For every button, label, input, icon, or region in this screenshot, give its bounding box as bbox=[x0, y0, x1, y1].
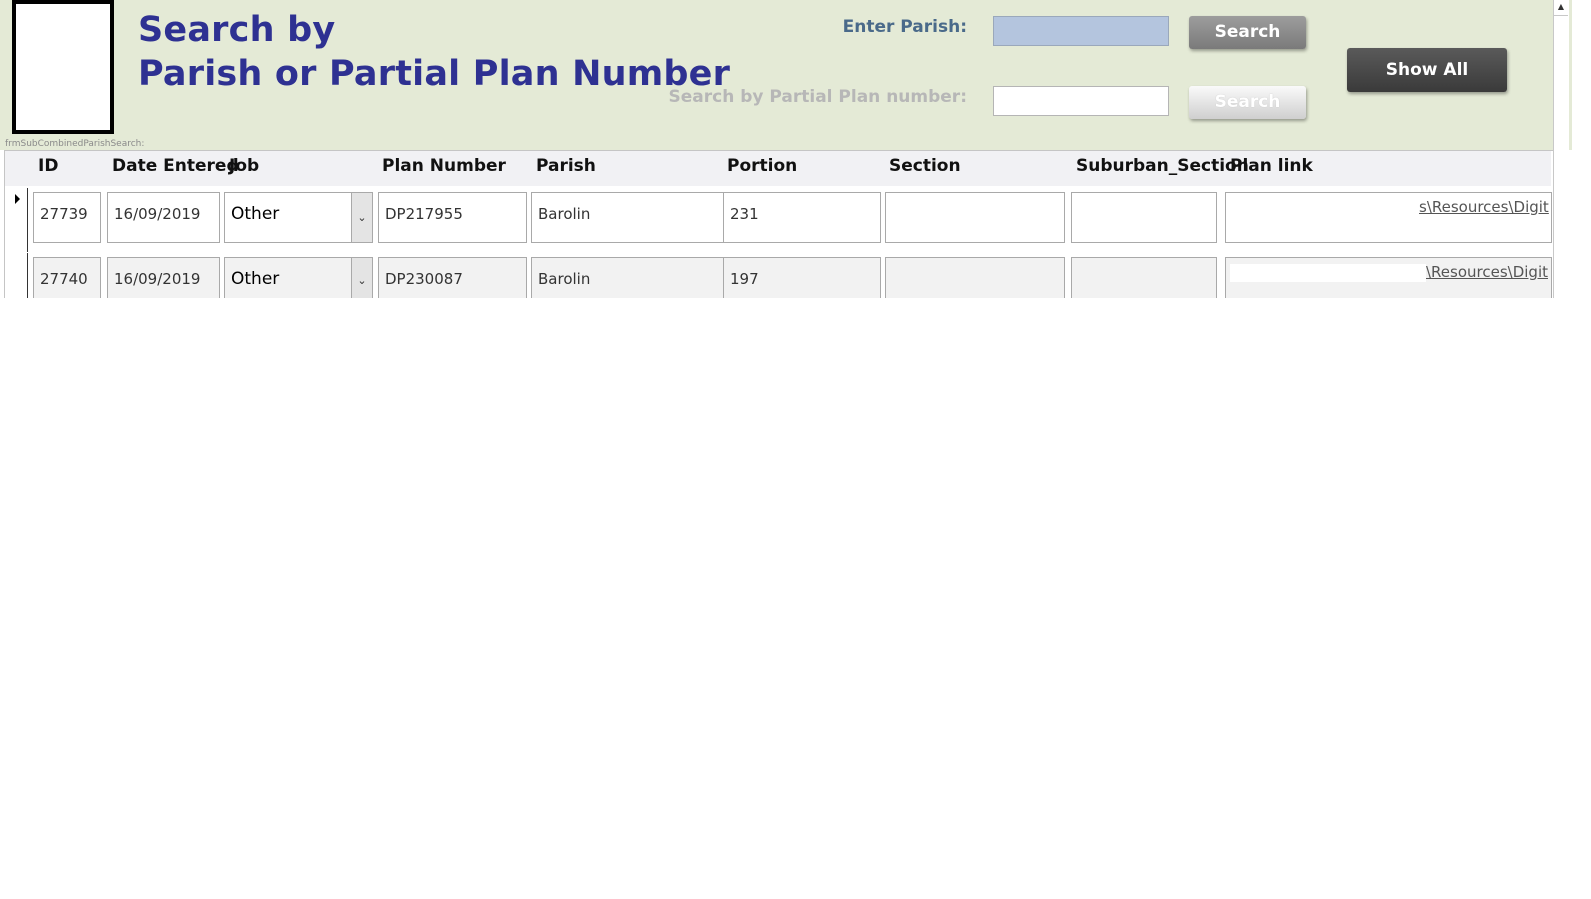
column-header-suburban-section: Suburban_Section bbox=[1076, 156, 1249, 176]
title-line-1: Search by bbox=[138, 10, 336, 50]
cell-plan-number[interactable]: DP217955 bbox=[378, 192, 527, 243]
cell-section[interactable] bbox=[885, 192, 1065, 243]
vertical-scrollbar[interactable] bbox=[1553, 0, 1569, 298]
column-header-portion: Portion bbox=[727, 156, 798, 176]
empty-area bbox=[0, 298, 1591, 899]
job-value: Other bbox=[231, 269, 280, 289]
cell-date-entered[interactable]: 16/09/2019 bbox=[107, 192, 220, 243]
chevron-down-icon[interactable]: ⌄ bbox=[351, 258, 372, 298]
search-plan-button[interactable]: Search bbox=[1189, 86, 1306, 119]
parish-label: Enter Parish: bbox=[842, 17, 967, 37]
job-value: Other bbox=[231, 204, 280, 224]
subform-name-label: frmSubCombinedParishSearch: bbox=[5, 139, 145, 149]
column-header-section: Section bbox=[889, 156, 961, 176]
column-header-job: Job bbox=[229, 156, 260, 176]
column-header-plan-number: Plan Number bbox=[382, 156, 506, 176]
show-all-button[interactable]: Show All bbox=[1347, 48, 1507, 92]
cell-id[interactable]: 27739 bbox=[33, 192, 101, 243]
current-record-arrow-icon bbox=[15, 194, 20, 204]
cell-suburban-section[interactable] bbox=[1071, 192, 1217, 243]
search-parish-button[interactable]: Search bbox=[1189, 16, 1306, 49]
cell-portion[interactable]: 231 bbox=[723, 192, 881, 243]
record-selector[interactable] bbox=[5, 253, 28, 298]
record-selector[interactable] bbox=[5, 188, 28, 252]
cell-parish[interactable]: Barolin bbox=[531, 192, 724, 243]
column-header-parish: Parish bbox=[536, 156, 596, 176]
column-header-date-entered: Date Entered bbox=[112, 156, 239, 176]
logo-placeholder bbox=[12, 0, 114, 134]
column-header-plan-link: Plan link bbox=[1230, 156, 1313, 176]
page-title: Search by Parish or Partial Plan Number bbox=[138, 8, 730, 96]
chevron-down-icon[interactable]: ⌄ bbox=[351, 193, 372, 242]
plan-number-label: Search by Partial Plan number: bbox=[668, 87, 967, 107]
plan-link[interactable]: \Resources\Digit bbox=[1426, 263, 1548, 281]
parish-input[interactable] bbox=[993, 16, 1169, 46]
plan-link[interactable]: s\Resources\Digit bbox=[1419, 198, 1549, 216]
plan-number-input[interactable] bbox=[993, 86, 1169, 116]
scroll-up-arrow-icon[interactable]: ▲ bbox=[1553, 0, 1568, 16]
column-header-id: ID bbox=[38, 156, 59, 176]
title-line-2: Parish or Partial Plan Number bbox=[138, 54, 731, 94]
search-header: Search by Parish or Partial Plan Number … bbox=[0, 0, 1572, 150]
plan-link-highlight bbox=[1230, 264, 1426, 282]
